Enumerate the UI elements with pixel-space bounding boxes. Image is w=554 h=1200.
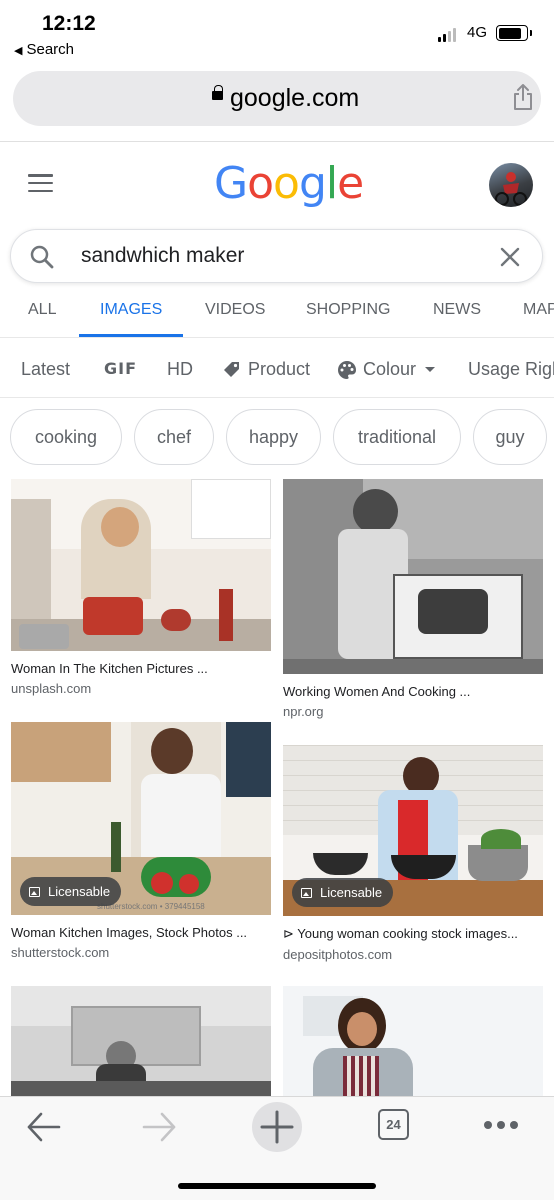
licensable-label: Licensable — [320, 885, 383, 900]
result-domain: depositphotos.com — [283, 947, 393, 962]
chip-chef[interactable]: chef — [134, 409, 214, 465]
filter-colour-label: Colour — [363, 359, 417, 379]
result-domain: shutterstock.com — [11, 945, 110, 960]
tag-icon — [224, 361, 239, 377]
back-arrow-icon[interactable] — [25, 1109, 63, 1145]
image-result[interactable]: shutterstock.com • 379445158 Licensable … — [11, 722, 271, 960]
image-result[interactable] — [11, 986, 271, 1096]
result-thumbnail[interactable] — [11, 479, 271, 651]
close-icon[interactable] — [498, 245, 522, 269]
tabs-icon[interactable]: 24 — [378, 1109, 409, 1140]
logo-letter: o — [247, 158, 274, 209]
filter-gif[interactable]: GIF — [104, 359, 137, 378]
image-icon — [29, 886, 40, 897]
share-icon[interactable] — [511, 83, 535, 111]
filter-usage-rights[interactable]: Usage Rights — [468, 359, 554, 380]
image-result[interactable]: Woman In The Kitchen Pictures ... unspla… — [11, 479, 271, 696]
forward-arrow-icon[interactable] — [140, 1109, 178, 1145]
result-thumbnail[interactable] — [11, 986, 271, 1096]
search-input[interactable]: sandwhich maker — [81, 244, 244, 268]
result-caption: Woman In The Kitchen Pictures ... — [11, 661, 208, 676]
result-thumbnail[interactable]: shutterstock.com • 379445158 Licensable — [11, 722, 271, 915]
image-result[interactable] — [283, 986, 543, 1096]
url-host: google.com — [230, 84, 360, 112]
back-to-search-label: Search — [26, 41, 74, 58]
filter-colour[interactable]: Colour — [337, 359, 436, 380]
filter-hd[interactable]: HD — [167, 359, 193, 380]
search-icon[interactable] — [29, 244, 55, 270]
menu-icon[interactable] — [28, 174, 53, 192]
battery-icon — [496, 25, 532, 41]
licensable-badge[interactable]: Licensable — [20, 877, 122, 906]
filter-gif-label: GIF — [104, 359, 138, 378]
filter-product[interactable]: Product — [222, 359, 310, 380]
result-caption: Woman Kitchen Images, Stock Photos ... — [11, 925, 248, 940]
divider — [0, 141, 554, 142]
address-bar[interactable]: google.com — [13, 71, 541, 126]
related-chips: cooking chef happy traditional guy — [0, 409, 554, 465]
licensable-badge[interactable]: Licensable — [292, 878, 394, 907]
licensable-label: Licensable — [48, 884, 111, 899]
signal-icon — [438, 24, 456, 42]
clock: 12:12 — [42, 12, 96, 35]
result-caption: Working Women And Cooking ... — [283, 684, 471, 699]
image-icon — [301, 887, 312, 898]
search-box[interactable]: sandwhich maker — [10, 229, 543, 283]
tab-all[interactable]: ALL — [28, 301, 56, 319]
filter-hd-label: HD — [167, 359, 193, 379]
new-tab-button[interactable] — [252, 1102, 302, 1152]
back-triangle-icon: ◀ — [14, 45, 23, 57]
logo-letter: e — [337, 158, 364, 209]
image-result[interactable]: Licensable ⊳ Young woman cooking stock i… — [283, 745, 543, 962]
tab-maps[interactable]: MAPS — [523, 301, 554, 319]
status-bar: 12:12 ◀ Search 4G — [0, 0, 554, 62]
back-to-search-link[interactable]: ◀ Search — [14, 41, 74, 58]
network-type: 4G — [467, 24, 488, 41]
tab-images[interactable]: IMAGES — [100, 301, 162, 319]
filter-latest[interactable]: Latest — [21, 359, 70, 380]
result-thumbnail[interactable] — [283, 479, 543, 674]
filter-product-label: Product — [248, 359, 311, 379]
tab-shopping[interactable]: SHOPPING — [306, 301, 390, 319]
tab-videos[interactable]: VIDEOS — [205, 301, 265, 319]
palette-icon — [338, 360, 357, 379]
filter-latest-label: Latest — [21, 359, 71, 379]
logo-letter: G — [214, 158, 248, 209]
result-thumbnail[interactable] — [283, 986, 543, 1096]
more-icon[interactable] — [484, 1121, 518, 1129]
avatar[interactable] — [489, 163, 533, 207]
result-thumbnail[interactable]: Licensable — [283, 745, 543, 916]
plus-icon — [260, 1110, 294, 1144]
search-tabs: ALL IMAGES VIDEOS SHOPPING NEWS MAPS — [0, 290, 554, 337]
divider — [0, 337, 554, 338]
filter-usage-label: Usage Rights — [468, 359, 554, 379]
logo-letter: l — [325, 158, 338, 209]
result-domain: unsplash.com — [11, 681, 92, 696]
result-domain: npr.org — [283, 704, 324, 719]
lock-icon — [212, 85, 223, 100]
chevron-down-icon — [425, 367, 436, 372]
google-logo[interactable]: Google — [214, 158, 364, 209]
tab-news[interactable]: NEWS — [433, 301, 481, 319]
filter-bar: Latest GIF HD Product Colour Usage Right… — [0, 347, 554, 393]
home-indicator — [178, 1183, 376, 1189]
logo-letter: g — [298, 158, 327, 209]
chip-guy[interactable]: guy — [473, 409, 547, 465]
chip-cooking[interactable]: cooking — [10, 409, 122, 465]
divider — [0, 397, 554, 398]
tab-count: 24 — [386, 1117, 401, 1132]
chip-traditional[interactable]: traditional — [333, 409, 461, 465]
result-caption: ⊳ Young woman cooking stock images... — [283, 926, 518, 941]
image-result[interactable]: Working Women And Cooking ... npr.org — [283, 479, 543, 719]
chip-happy[interactable]: happy — [226, 409, 321, 465]
logo-letter: o — [273, 158, 300, 209]
